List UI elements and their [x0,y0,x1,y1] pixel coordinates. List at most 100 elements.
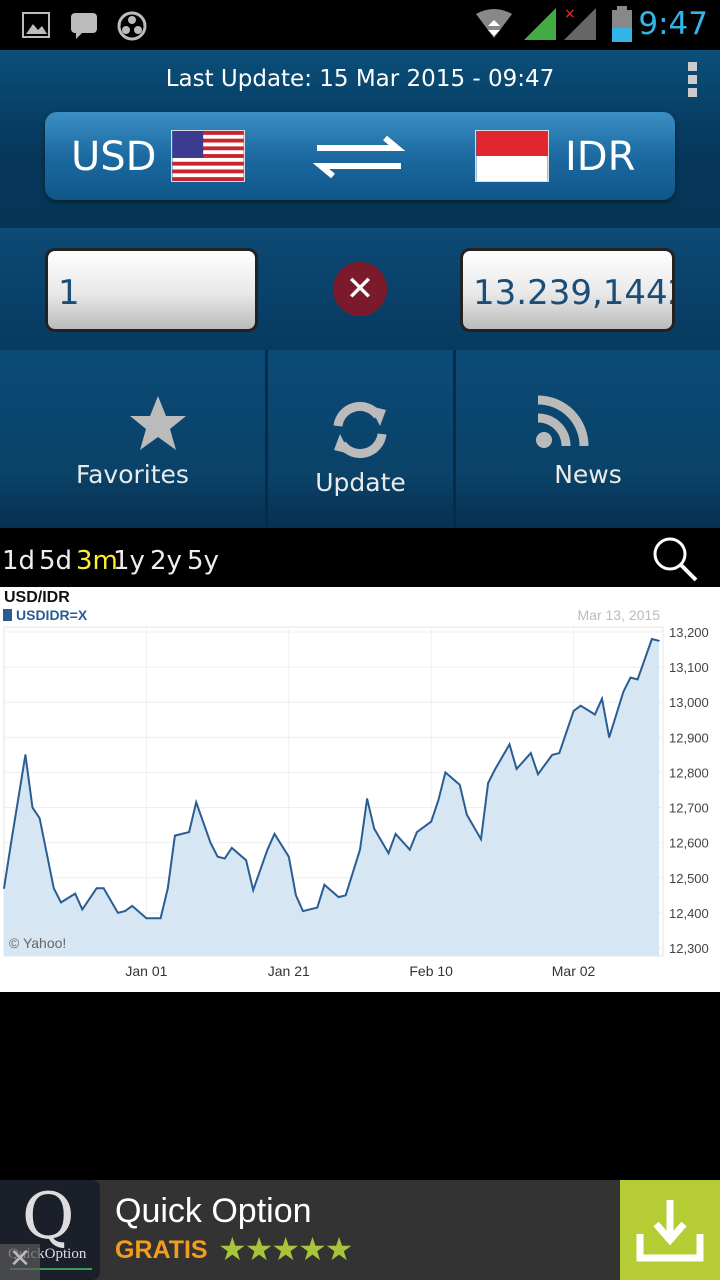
y-tick-label: 13,000 [669,695,709,710]
data-point [430,820,432,823]
data-point [337,896,340,898]
ad-banner[interactable]: Q QuickOption ✕ Quick Option GRATIS ★★★★… [0,1180,720,1280]
data-point [60,901,62,904]
period-3m[interactable]: 3m [76,546,118,576]
data-point [551,754,554,756]
amount-input[interactable]: 1 [45,248,258,332]
ad-title: Quick Option [115,1192,312,1230]
favorites-button[interactable]: Favorites [0,350,265,528]
x-tick-label: Jan 21 [268,963,310,979]
news-button[interactable]: News [456,350,720,528]
data-point [373,827,376,830]
data-point [579,704,582,707]
actions-row: Favorites Update News [0,350,720,528]
data-point [323,884,326,886]
last-update-label: Last Update: 15 Mar 2015 - 09:47 [165,66,555,92]
data-point [508,743,511,746]
data-point [3,887,5,890]
data-point [636,678,639,681]
data-point [487,782,489,784]
signal-icon [524,8,556,40]
overflow-menu-icon[interactable] [688,62,698,101]
data-point [416,831,418,833]
us-flag-icon[interactable] [171,130,245,182]
data-point [10,841,12,844]
data-point [102,887,105,890]
currency-pair-bar: USD IDR [45,112,675,200]
y-tick-label: 12,400 [669,906,709,921]
data-point [252,889,254,891]
data-point [359,848,361,851]
data-point [480,838,482,840]
data-point [24,754,27,756]
update-label: Update [315,468,406,497]
data-point [81,908,84,911]
status-bar: × 9:47 [0,0,720,50]
svg-text:×: × [564,6,576,22]
data-point [316,906,319,909]
legend-label: USDIDR=X [16,607,88,623]
image-icon [22,12,50,38]
converter-row: 1 ✕ 13.239,1442 [0,228,720,350]
update-button[interactable]: Update [268,350,453,528]
data-point [273,833,276,835]
data-point [295,894,297,897]
y-tick-label: 12,300 [669,941,709,956]
data-point [594,713,596,716]
exchange-rate-chart: 12,300 12,400 12,500 12,600 12,700 12,800 12,9… [0,587,720,992]
clock: 9:47 [638,6,708,42]
id-flag-icon[interactable] [475,130,549,182]
battery-icon [612,6,632,42]
data-point [159,917,162,919]
data-point [494,768,497,770]
to-currency-button[interactable]: IDR [565,134,635,180]
data-point [38,817,41,819]
period-5y[interactable]: 5y [187,546,219,576]
data-point [608,736,610,739]
legend-swatch [3,609,12,621]
data-point [651,638,653,640]
data-point [572,710,575,712]
ad-price: GRATIS [115,1236,208,1264]
data-point [530,752,532,754]
data-point [437,799,440,802]
period-2y[interactable]: 2y [150,546,182,576]
period-1y[interactable]: 1y [113,546,145,576]
period-selector: 1d 5d 3m 1y 2y 5y [0,528,720,587]
data-point [458,783,461,786]
swap-arrows-icon[interactable] [313,136,405,178]
y-tick-label: 12,900 [669,730,709,745]
data-point [302,910,304,912]
data-point [231,847,233,849]
data-point [558,752,561,754]
y-tick-label: 12,700 [669,801,709,816]
x-tick-label: Jan 01 [125,963,167,979]
data-point [394,833,397,835]
clear-icon[interactable]: ✕ [333,262,387,316]
header: Last Update: 15 Mar 2015 - 09:47 USD IDR [0,50,720,228]
data-point [124,910,126,912]
data-point [95,887,98,890]
news-label: News [554,460,622,489]
period-1d[interactable]: 1d [2,546,35,576]
rss-icon [536,395,589,448]
chart-credit: © Yahoo! [9,935,66,951]
chart-svg: 12,300 12,400 12,500 12,600 12,700 12,800 12,9… [3,589,709,979]
result-field[interactable]: 13.239,1442 [460,248,675,332]
download-button[interactable] [620,1180,720,1280]
from-currency-button[interactable]: USD [71,134,156,180]
data-point [344,894,347,897]
data-point [287,855,290,858]
y-tick-label: 13,200 [669,625,709,640]
close-icon[interactable]: ✕ [0,1244,40,1280]
y-tick-label: 12,800 [669,765,709,780]
data-point [117,912,119,914]
y-tick-label: 13,100 [669,660,709,675]
rating-stars: ★★★★★ [218,1230,353,1268]
refresh-icon [333,402,387,458]
data-point [53,887,55,890]
data-point [409,848,411,851]
data-point [145,917,148,919]
period-5d[interactable]: 5d [39,546,72,576]
search-icon[interactable] [650,536,700,582]
